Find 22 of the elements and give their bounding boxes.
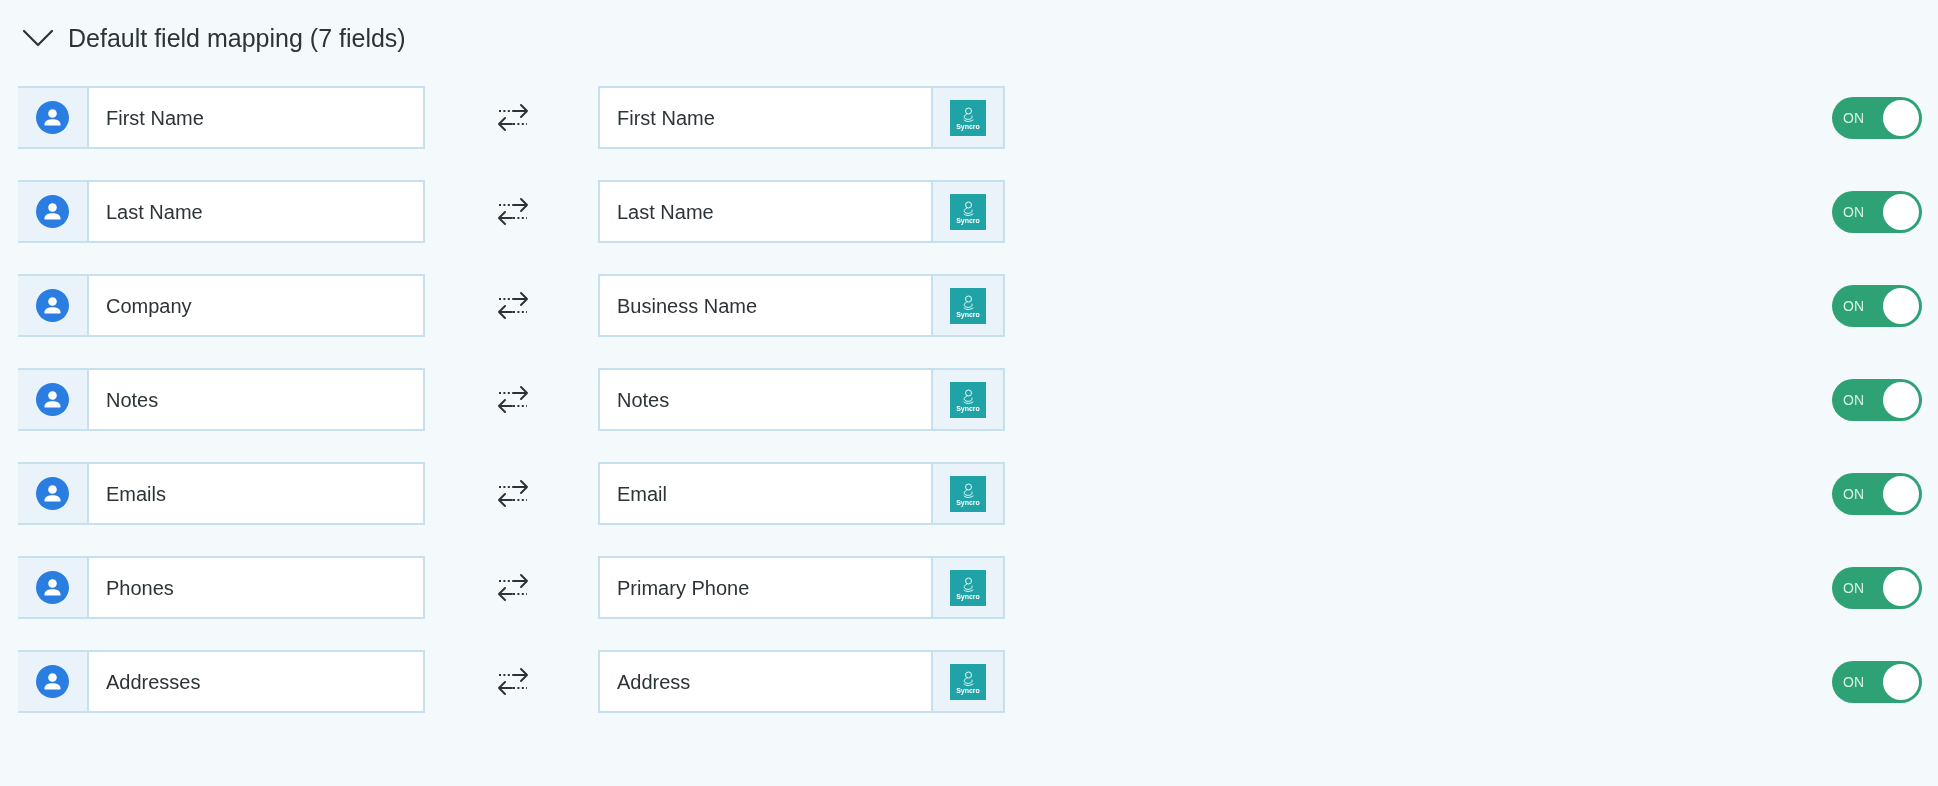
source-field[interactable]: Last Name <box>18 180 425 243</box>
person-icon <box>36 101 69 134</box>
source-field[interactable]: Notes <box>18 368 425 431</box>
swap-arrows-icon <box>497 573 529 602</box>
source-field[interactable]: First Name <box>18 86 425 149</box>
swap-arrows-icon <box>497 103 529 132</box>
person-icon <box>36 477 69 510</box>
person-icon <box>36 383 69 416</box>
source-field[interactable]: Phones <box>18 556 425 619</box>
swap-arrows-icon <box>497 385 529 414</box>
source-field[interactable]: Emails <box>18 462 425 525</box>
swap-arrows-icon <box>497 479 529 508</box>
source-field[interactable]: Addresses <box>18 650 425 713</box>
person-icon <box>36 665 69 698</box>
person-icon <box>36 289 69 322</box>
swap-arrows-icon <box>497 667 529 696</box>
swap-arrows-icon <box>497 291 529 320</box>
swap-arrows-icon <box>497 197 529 226</box>
section-title: Default field mapping (7 fields) <box>68 23 406 54</box>
person-icon <box>36 195 69 228</box>
source-field[interactable]: Company <box>18 274 425 337</box>
person-icon <box>36 571 69 604</box>
